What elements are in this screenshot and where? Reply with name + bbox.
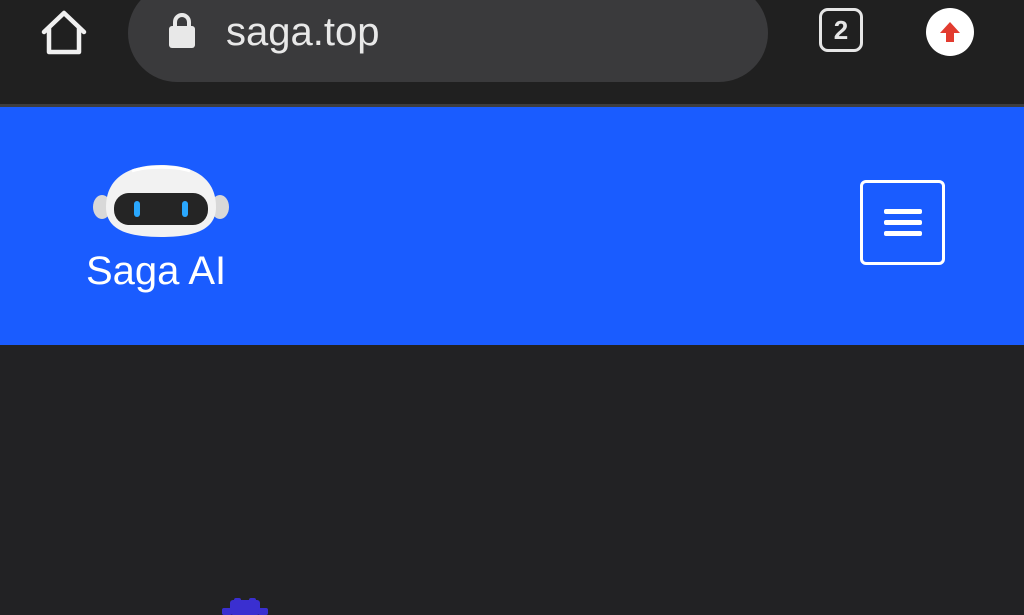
robot-icon (93, 165, 229, 237)
hamburger-menu-icon (883, 208, 922, 236)
address-bar[interactable] (128, 0, 768, 82)
url-text[interactable]: saga.top (226, 8, 379, 56)
menu-button[interactable] (860, 180, 945, 265)
site-header: Saga AI (0, 107, 1024, 345)
lock-icon (169, 13, 195, 48)
update-button[interactable] (926, 8, 974, 56)
home-button[interactable] (38, 6, 90, 58)
home-icon (41, 10, 87, 55)
partial-icon (222, 598, 268, 615)
browser-toolbar: saga.top 2 (0, 0, 1024, 104)
logo-text: Saga AI (86, 249, 227, 293)
arrow-up-icon (940, 22, 960, 42)
tab-switcher-button[interactable]: 2 (819, 8, 863, 52)
